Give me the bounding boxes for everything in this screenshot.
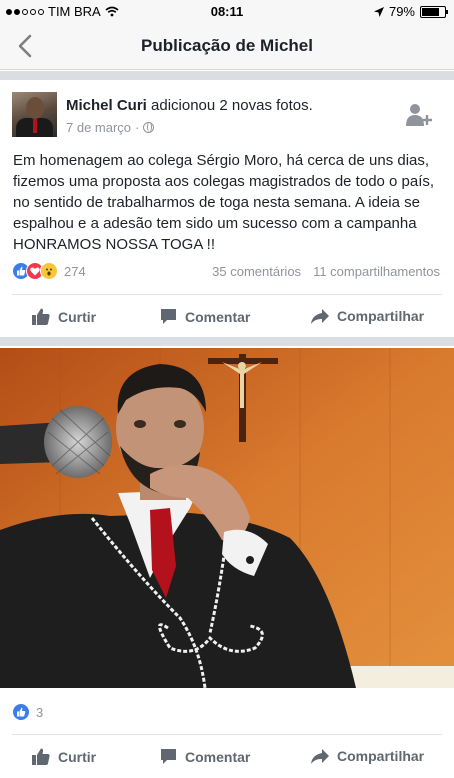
post-action-text: adicionou 2 novas fotos. [146,97,313,114]
nav-bar: Publicação de Michel [0,22,454,70]
thumbs-up-icon [32,748,50,765]
photo-reaction-count: 3 [36,704,44,720]
post-date[interactable]: 7 de março [66,120,131,135]
status-right: 79% [373,4,448,19]
comment-button-label: Comentar [185,308,251,325]
divider [12,734,442,735]
photo-image [0,348,454,688]
photo-action-bar: Curtir Comentar Compartilhar [0,740,454,776]
share-arrow-icon [311,308,329,324]
post-photo[interactable] [0,348,454,688]
author-avatar[interactable] [12,92,57,137]
photo-comment-button[interactable]: Comentar [160,748,250,765]
author-name-link[interactable]: Michel Curi [66,97,147,114]
location-arrow-icon [373,6,384,17]
comment-bubble-icon [161,309,176,324]
comments-count-link[interactable]: 35 comentários [212,264,301,279]
post-author-line: Michel Curi adicionou 2 novas fotos. [66,97,313,114]
section-divider [0,71,454,80]
section-divider [0,337,454,346]
thumbs-up-icon [32,308,50,325]
share-button[interactable]: Compartilhar [311,308,424,324]
battery-percent: 79% [388,4,415,19]
photo-reactions-summary[interactable]: 3 [12,703,43,721]
like-button[interactable]: Curtir [32,308,96,325]
photo-comment-button-label: Comentar [185,748,251,765]
share-button-label: Compartilhar [337,308,425,324]
page-title: Publicação de Michel [141,36,313,55]
status-bar: TIM BRA 08:11 79% [0,0,454,22]
meta-dot: · [135,120,140,135]
post-stats: 35 comentários 11 compartilhamentos [212,264,440,279]
post-text: Em homenagem ao colega Sérgio Moro, há c… [13,152,435,253]
like-button-label: Curtir [58,308,97,325]
battery-icon [420,5,448,18]
public-globe-icon [143,122,155,133]
photo-share-button[interactable]: Compartilhar [311,748,424,764]
shares-count-link[interactable]: 11 compartilhamentos [313,264,440,279]
post-action-bar: Curtir Comentar Compartilhar [0,300,454,336]
photo-like-button[interactable]: Curtir [32,748,96,765]
divider [12,294,442,295]
photo-like-reaction-icon [12,703,30,721]
photo-share-button-label: Compartilhar [337,748,425,764]
battery-level [422,7,440,16]
wow-reaction-icon [40,262,58,280]
reaction-count: 274 [64,263,86,279]
comment-button[interactable]: Comentar [160,308,250,325]
photo-like-button-label: Curtir [58,748,97,765]
post-meta: 7 de março · [66,120,155,135]
comment-bubble-icon [161,749,176,764]
share-arrow-icon [311,748,329,764]
add-friend-icon[interactable] [405,102,433,128]
reactions-summary[interactable]: 274 [12,262,86,280]
